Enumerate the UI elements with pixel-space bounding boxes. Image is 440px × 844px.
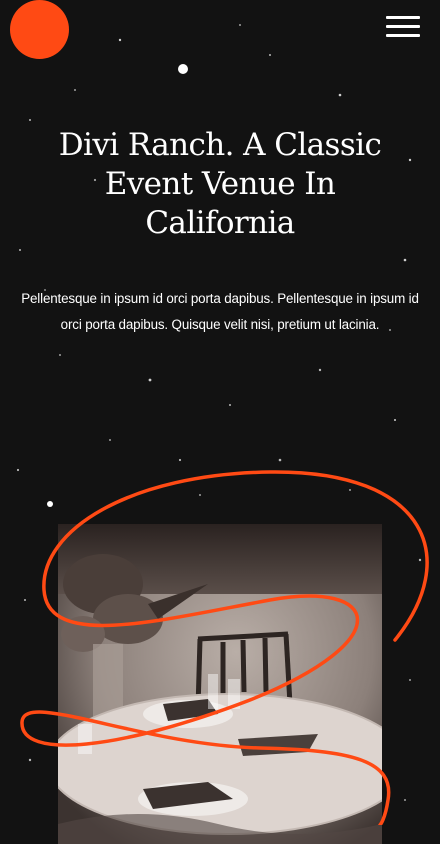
hero-description: Pellentesque in ipsum id orci porta dapi…	[21, 291, 419, 332]
hamburger-menu-icon[interactable]	[386, 14, 422, 40]
hero-title: Divi Ranch. A Classic Event Venue In Cal…	[58, 127, 382, 241]
venue-table-photo	[58, 524, 382, 844]
site-logo[interactable]	[10, 0, 69, 59]
